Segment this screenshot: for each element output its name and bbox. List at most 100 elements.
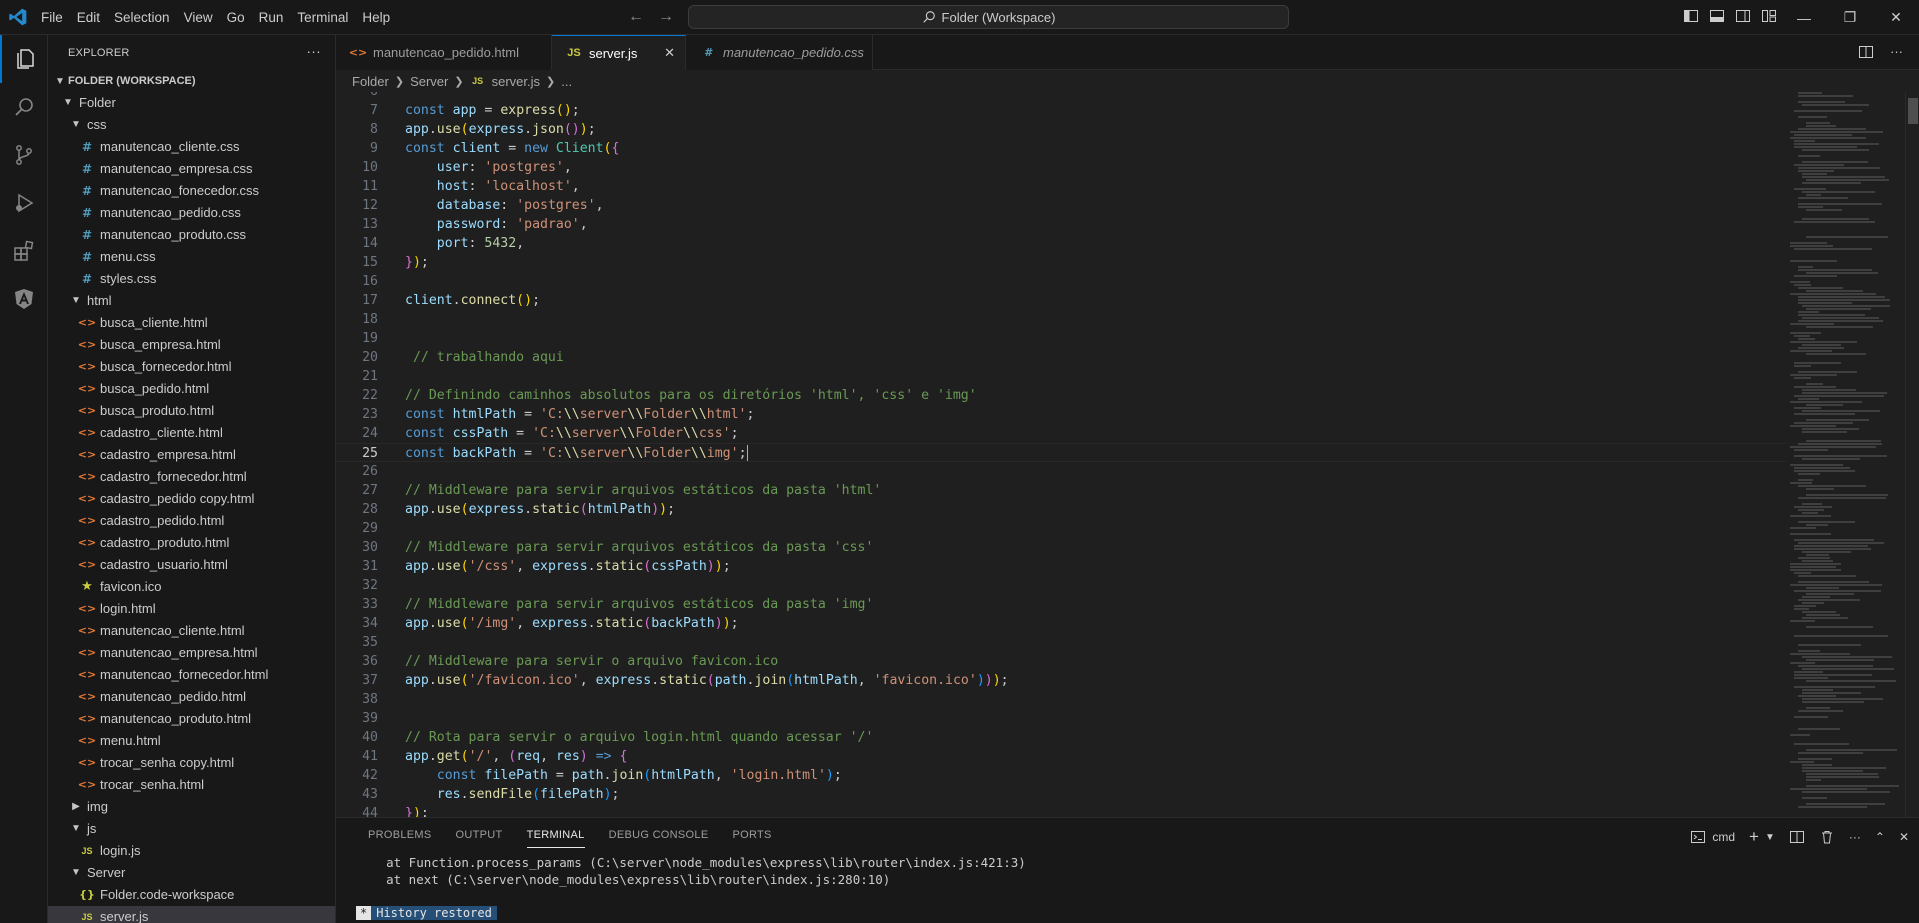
folder-item[interactable]: ▼ css (48, 114, 335, 136)
menu-help[interactable]: Help (355, 0, 397, 35)
code-line[interactable]: 35 (336, 633, 1786, 652)
angular-activity[interactable] (0, 275, 48, 323)
code-line[interactable]: 7 const app = express(); (336, 101, 1786, 120)
file-item[interactable]: # manutencao_produto.css (48, 224, 335, 246)
file-item[interactable]: <> busca_produto.html (48, 400, 335, 422)
file-item[interactable]: <> cadastro_pedido.html (48, 510, 335, 532)
restore-button[interactable]: ❐ (1827, 0, 1873, 35)
terminal-output[interactable]: at Function.process_params (C:\server\no… (356, 854, 1026, 888)
file-item[interactable]: <> busca_fornecedor.html (48, 356, 335, 378)
file-item[interactable]: # manutencao_cliente.css (48, 136, 335, 158)
more-actions-icon[interactable]: ··· (306, 43, 321, 59)
folder-item[interactable]: ▶ img (48, 796, 335, 818)
code-line[interactable]: 23 const htmlPath = 'C:\\server\\Folder\\… (336, 405, 1786, 424)
code-line[interactable]: 17 client.connect(); (336, 291, 1786, 310)
code-line[interactable]: 29 (336, 519, 1786, 538)
code-line[interactable]: 30 // Middleware para servir arquivos est… (336, 538, 1786, 557)
menu-terminal[interactable]: Terminal (290, 0, 355, 35)
file-item[interactable]: <> manutencao_produto.html (48, 708, 335, 730)
file-item[interactable]: ★ favicon.ico (48, 576, 335, 598)
file-item[interactable]: <> busca_cliente.html (48, 312, 335, 334)
file-item[interactable]: <> busca_empresa.html (48, 334, 335, 356)
code-line[interactable]: 44}); (336, 804, 1786, 817)
code-line[interactable]: 8 app.use(express.json()); (336, 120, 1786, 139)
run-debug-activity[interactable] (0, 179, 48, 227)
source-control-activity[interactable] (0, 131, 48, 179)
minimize-button[interactable]: — (1781, 0, 1827, 35)
menu-view[interactable]: View (177, 0, 220, 35)
panel-tab-terminal[interactable]: TERMINAL (515, 818, 597, 853)
folder-item[interactable]: ▼ js (48, 818, 335, 840)
chevron-down-icon[interactable]: ▼ (1765, 832, 1775, 843)
file-item[interactable]: {} Folder.code-workspace (48, 884, 335, 906)
close-panel-icon[interactable]: ✕ (1899, 830, 1909, 844)
code-line[interactable]: 13 password: 'padrao', (336, 215, 1786, 234)
code-line[interactable]: 42 const filePath = path.join(htmlPath, … (336, 766, 1786, 785)
customize-layout-icon[interactable] (1761, 8, 1777, 24)
code-line[interactable]: 28 app.use(express.static(htmlPath)); (336, 500, 1786, 519)
file-item[interactable]: <> manutencao_pedido.html (48, 686, 335, 708)
close-window-button[interactable]: ✕ (1873, 0, 1919, 35)
code-editor[interactable]: 6 7 const app = express(); 8 app.use(express… (336, 92, 1919, 817)
panel-tab-ports[interactable]: PORTS (720, 818, 783, 853)
maximize-panel-icon[interactable]: ⌃ (1875, 830, 1885, 844)
file-item[interactable]: <> busca_pedido.html (48, 378, 335, 400)
menu-edit[interactable]: Edit (70, 0, 107, 35)
file-item[interactable]: # manutencao_empresa.css (48, 158, 335, 180)
more-actions-icon[interactable]: ··· (1849, 830, 1861, 844)
code-line[interactable]: 14 port: 5432, (336, 234, 1786, 253)
editor-scrollbar[interactable] (1905, 92, 1919, 817)
tab-css[interactable]: # manutencao_pedido.css (686, 35, 873, 70)
folder-item[interactable]: ▼ Folder (48, 92, 335, 114)
panel-tab-debug-console[interactable]: DEBUG CONSOLE (597, 818, 721, 853)
file-item[interactable]: <> manutencao_empresa.html (48, 642, 335, 664)
folder-item[interactable]: ▼ html (48, 290, 335, 312)
file-item[interactable]: <> cadastro_produto.html (48, 532, 335, 554)
code-line[interactable]: 18 (336, 310, 1786, 329)
file-item[interactable]: <> cadastro_empresa.html (48, 444, 335, 466)
tab-js[interactable]: JS server.js ✕ (552, 35, 686, 70)
code-line[interactable]: 25 const backPath = 'C:\\server\\Folder\\… (336, 443, 1786, 462)
breadcrumb-file[interactable]: server.js (492, 74, 540, 89)
code-line[interactable]: 26 (336, 462, 1786, 481)
menu-go[interactable]: Go (220, 0, 252, 35)
file-item[interactable]: <> trocar_senha.html (48, 774, 335, 796)
toggle-primary-sidebar-icon[interactable] (1683, 8, 1699, 24)
folder-item[interactable]: ▼ Server (48, 862, 335, 884)
menu-selection[interactable]: Selection (107, 0, 177, 35)
terminal-shell-name[interactable]: cmd (1712, 830, 1735, 844)
code-line[interactable]: 32 (336, 576, 1786, 595)
back-arrow-icon[interactable]: ← (628, 8, 644, 26)
panel-tab-problems[interactable]: PROBLEMS (356, 818, 444, 853)
code-line[interactable]: 9 const client = new Client({ (336, 139, 1786, 158)
search-activity[interactable] (0, 83, 48, 131)
code-line[interactable]: 33 // Middleware para servir arquivos est… (336, 595, 1786, 614)
code-line[interactable]: 11 host: 'localhost', (336, 177, 1786, 196)
file-item[interactable]: <> cadastro_cliente.html (48, 422, 335, 444)
more-actions-icon[interactable]: ··· (1890, 44, 1903, 60)
code-line[interactable]: 27 // Middleware para servir arquivos est… (336, 481, 1786, 500)
menu-run[interactable]: Run (252, 0, 291, 35)
code-line[interactable]: 31 app.use('/css', express.static(cssPath… (336, 557, 1786, 576)
new-terminal-icon[interactable]: + (1749, 827, 1759, 847)
file-item[interactable]: # manutencao_pedido.css (48, 202, 335, 224)
code-line[interactable]: 19 (336, 329, 1786, 348)
file-item[interactable]: <> menu.html (48, 730, 335, 752)
code-line[interactable]: 20 // trabalhando aqui (336, 348, 1786, 367)
file-item[interactable]: <> manutencao_cliente.html (48, 620, 335, 642)
file-item[interactable]: <> cadastro_usuario.html (48, 554, 335, 576)
file-item[interactable]: JS login.js (48, 840, 335, 862)
file-item[interactable]: <> cadastro_pedido copy.html (48, 488, 335, 510)
explorer-activity[interactable] (0, 35, 48, 83)
minimap[interactable] (1790, 92, 1910, 817)
code-line[interactable]: 41 app.get('/', (req, res) => { (336, 747, 1786, 766)
code-line[interactable]: 24 const cssPath = 'C:\\server\\Folder\\c… (336, 424, 1786, 443)
file-item[interactable]: # manutencao_fonecedor.css (48, 180, 335, 202)
file-item[interactable]: # menu.css (48, 246, 335, 268)
file-item[interactable]: # styles.css (48, 268, 335, 290)
code-line[interactable]: 12 database: 'postgres', (336, 196, 1786, 215)
scrollbar-thumb[interactable] (1908, 98, 1918, 124)
breadcrumb-server[interactable]: Server (410, 74, 448, 89)
code-line[interactable]: 6 (336, 92, 1786, 101)
code-line[interactable]: 21 (336, 367, 1786, 386)
